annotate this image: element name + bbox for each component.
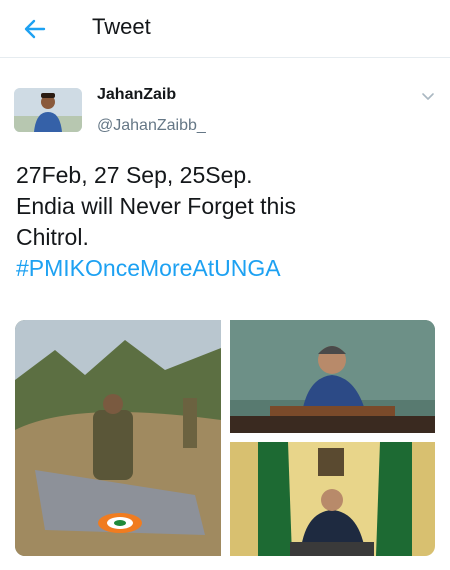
page-title: Tweet (92, 14, 151, 39)
tweet-menu-button[interactable] (418, 86, 438, 106)
arrow-left-icon (24, 19, 46, 39)
chevron-down-icon (422, 93, 434, 100)
author-display-name[interactable]: JahanZaib (97, 86, 176, 104)
back-button[interactable] (20, 14, 50, 44)
tweet-text-line: Endia will Never Forget this (16, 193, 296, 219)
tweet-photo-3[interactable] (230, 442, 435, 556)
top-bar: Tweet (0, 0, 450, 58)
avatar[interactable] (14, 88, 82, 132)
tweet-text: 27Feb, 27 Sep, 25Sep. Endia will Never F… (16, 160, 436, 284)
photo-speaker-flags (230, 442, 435, 556)
photo-speaker-podium (230, 320, 435, 433)
tweet-photo-1[interactable] (15, 320, 221, 556)
tweet-text-line: Chitrol. (16, 224, 89, 250)
hashtag-link[interactable]: #PMIKOnceMoreAtUNGA (16, 253, 436, 284)
photo-soldier-wreckage (15, 320, 221, 556)
avatar-image (14, 88, 82, 132)
author-handle[interactable]: @JahanZaibb_ (97, 117, 206, 135)
tweet-text-line: 27Feb, 27 Sep, 25Sep. (16, 162, 253, 188)
tweet-photo-2[interactable] (230, 320, 435, 433)
